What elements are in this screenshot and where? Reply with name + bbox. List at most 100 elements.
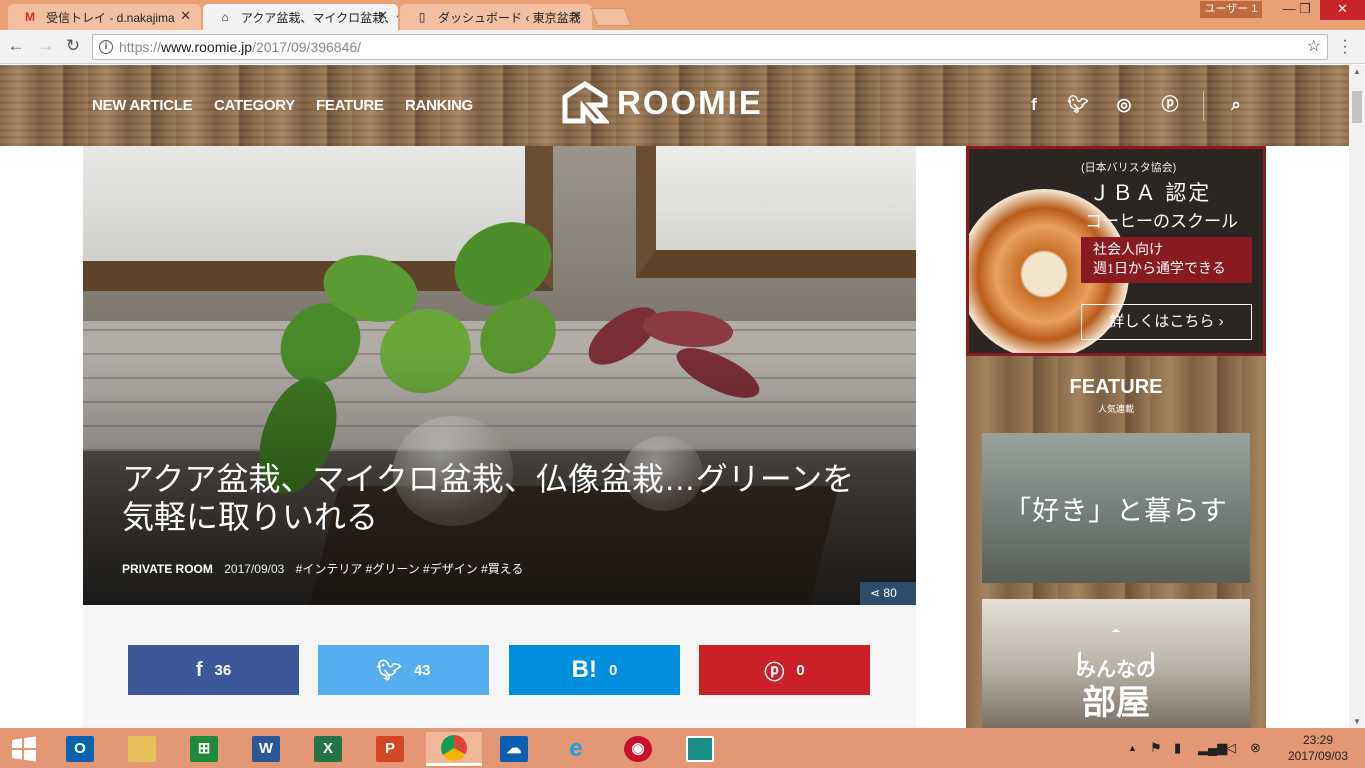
feature-card[interactable]: 「好き」と暮らす (982, 433, 1250, 583)
volume-icon[interactable]: ◁ (1226, 740, 1236, 756)
facebook-icon[interactable]: f (1023, 94, 1045, 116)
reload-icon[interactable]: ↻ (63, 36, 83, 56)
hero-article[interactable]: アクア盆栽、マイクロ盆栽、仏像盆栽…グリーンを気軽に取りいれる PRIVATE … (83, 146, 916, 605)
hatena-icon: B! (571, 656, 597, 683)
bookmark-star-icon[interactable]: ☆ (1307, 35, 1321, 59)
taskbar-photos[interactable] (676, 732, 724, 766)
nav-ranking[interactable]: RANKING (405, 97, 473, 114)
gmail-icon: M (25, 10, 35, 24)
close-icon[interactable]: ✕ (180, 8, 191, 24)
ad-highlight-box: 社会人向け 週1日から通学できる (1081, 237, 1252, 283)
twitter-icon[interactable]: 🐦︎ (1067, 94, 1089, 116)
ad-cta-button[interactable]: 詳しくはこちら › (1081, 304, 1252, 340)
start-button[interactable] (0, 732, 48, 766)
taskbar-outlook[interactable]: O (56, 732, 104, 766)
battery-icon[interactable]: ▮ (1174, 740, 1181, 756)
info-icon[interactable]: i (99, 40, 113, 54)
sidebar-ad[interactable]: (日本バリスタ協会) ＪＢＡ 認定 コーヒーのスクール 社会人向け 週1日から通… (966, 146, 1266, 356)
hatena-share-button[interactable]: B! 0 (509, 645, 680, 695)
taskbar-security[interactable]: ◉ (614, 732, 662, 766)
browser-menu-icon[interactable]: · · · (1340, 33, 1350, 61)
hatena-count: 0 (608, 661, 618, 679)
search-icon[interactable]: ⌕ (1225, 94, 1247, 116)
forward-icon[interactable]: → (36, 36, 56, 56)
site-logo[interactable]: ROOMIE (561, 81, 763, 125)
scroll-up-icon[interactable]: ▲ (1353, 67, 1361, 76)
ie-icon: e (569, 735, 583, 762)
nav-category[interactable]: CATEGORY (214, 97, 295, 114)
new-tab-button[interactable] (590, 8, 632, 26)
flag-icon[interactable]: ⚑ (1150, 740, 1162, 756)
nav-feature[interactable]: FEATURE (316, 97, 384, 114)
tab-dashboard[interactable]: ▯ ダッシュボード ‹ 東京盆栽 ✕ (400, 4, 592, 30)
chrome-icon (441, 734, 467, 761)
nav-new-article[interactable]: NEW ARTICLE (92, 97, 193, 114)
feature-card[interactable]: みんなの 部屋 (982, 599, 1250, 728)
facebook-count: 36 (214, 661, 232, 679)
facebook-share-button[interactable]: f 36 (128, 645, 299, 695)
taskbar-powerpoint[interactable]: P (366, 732, 414, 766)
pinterest-share-button[interactable]: ⓟ 0 (699, 645, 870, 695)
close-icon[interactable]: ✕ (571, 8, 582, 24)
taskbar-word[interactable]: W (242, 732, 290, 766)
share-icon: ⋖ (870, 586, 884, 600)
windows-taskbar: O ⊞ W X P ☁ e ◉ ▲ ⚑ ▮ ▂▄▆ ◁ ⊗ 23:29 2017… (0, 728, 1365, 768)
twitter-share-button[interactable]: 🐦︎ 43 (318, 645, 489, 695)
windows-icon (12, 736, 36, 762)
security-icon: ◉ (624, 736, 652, 762)
onedrive-icon: ☁ (500, 736, 528, 762)
user-profile-button[interactable]: ユーザー 1 (1200, 1, 1262, 18)
browser-tab-bar: M 受信トレイ - d.nakajima ✕ ⌂ アクア盆栽、マイクロ盆栽、仏 … (0, 0, 1365, 30)
taskbar-store[interactable]: ⊞ (180, 732, 228, 766)
tab-gmail[interactable]: M 受信トレイ - d.nakajima ✕ (8, 4, 201, 30)
maximize-button[interactable]: ❐ (1288, 0, 1322, 20)
excel-icon: X (314, 736, 342, 762)
pinterest-icon[interactable]: ⓟ (1159, 94, 1181, 116)
url-path: /2017/09/396846/ (252, 39, 362, 55)
share-total: 80 (883, 586, 897, 600)
page-icon: ▯ (418, 10, 426, 24)
close-icon[interactable]: ✕ (377, 8, 388, 24)
ad-box-line1: 社会人向け (1093, 243, 1163, 258)
instagram-icon[interactable]: ◎ (1113, 94, 1135, 116)
ad-org: (日本バリスタ協会) (1081, 162, 1177, 174)
back-icon[interactable]: ← (6, 36, 26, 56)
tab-roomie[interactable]: ⌂ アクア盆栽、マイクロ盆栽、仏 ✕ (203, 4, 398, 30)
taskbar-chrome[interactable] (426, 732, 482, 766)
scrollbar-thumb[interactable] (1352, 91, 1362, 123)
roomie-icon: ⌂ (221, 10, 229, 24)
taskbar-onedrive[interactable]: ☁ (490, 732, 538, 766)
ad-subtitle: コーヒーのスクール (1085, 212, 1238, 231)
page-scrollbar[interactable]: ▲ ▼ (1349, 65, 1365, 728)
address-bar[interactable]: i https://www.roomie.jp/2017/09/396846/ … (92, 34, 1328, 60)
feature-card-label: 「好き」と暮らす (1004, 496, 1228, 526)
site-header: NEW ARTICLE CATEGORY FEATURE RANKING ROO… (0, 65, 1349, 146)
article-tags[interactable]: #インテリア #グリーン #デザイン #買える (296, 562, 524, 576)
feature-subtitle: 人気連載 (1097, 404, 1134, 414)
feature-section: FEATURE 人気連載 「好き」と暮らす みんなの 部屋 (966, 356, 1266, 728)
powerpoint-icon: P (376, 736, 404, 762)
roomie-logo-icon (562, 81, 609, 124)
pinterest-count: 0 (796, 661, 805, 679)
share-button-area: f 36 🐦︎ 43 B! 0 ⓟ 0 (83, 605, 916, 728)
scroll-down-icon[interactable]: ▼ (1353, 717, 1361, 726)
network-icon[interactable]: ▂▄▆ (1198, 740, 1227, 756)
ad-title: ＪＢＡ 認定 (1089, 181, 1212, 205)
tab-title: アクア盆栽、マイクロ盆栽、仏 (241, 11, 398, 25)
ad-box-line2: 週1日から通学できる (1093, 262, 1226, 277)
window-close-button[interactable]: ✕ (1320, 0, 1365, 20)
tray-chevron-icon[interactable]: ▲ (1128, 743, 1137, 753)
article-date: 2017/09/03 (224, 562, 285, 576)
taskbar-excel[interactable]: X (304, 732, 352, 766)
taskbar-file-explorer[interactable] (118, 732, 166, 766)
taskbar-clock[interactable]: 23:29 2017/09/03 (1278, 732, 1358, 764)
twitter-icon: 🐦︎ (376, 659, 402, 682)
article-category[interactable]: PRIVATE ROOM (122, 562, 213, 576)
url-host: www.roomie.jp (161, 39, 253, 55)
share-count-badge: ⋖ 80 (860, 582, 916, 605)
notification-icon[interactable]: ⊗ (1250, 740, 1261, 756)
photos-icon (686, 736, 714, 762)
tab-title: 受信トレイ - d.nakajima (46, 11, 175, 25)
article-title[interactable]: アクア盆栽、マイクロ盆栽、仏像盆栽…グリーンを気軽に取りいれる (122, 460, 882, 536)
taskbar-ie[interactable]: e (552, 732, 600, 766)
